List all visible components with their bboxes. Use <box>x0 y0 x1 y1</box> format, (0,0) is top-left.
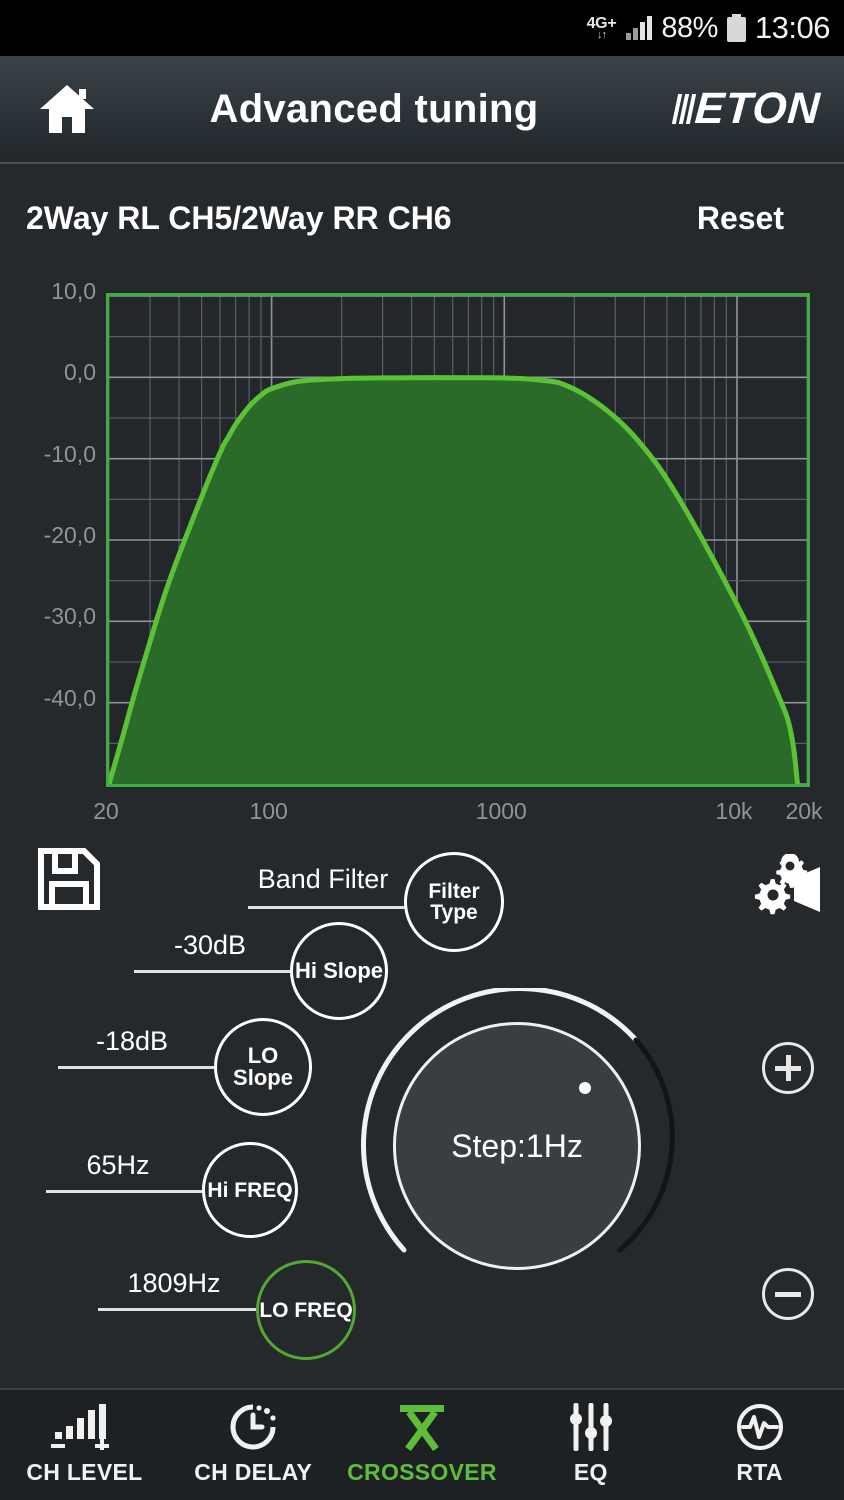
data-transfer-arrows-icon: ↓↑ <box>596 28 607 41</box>
lo-slope-button[interactable]: LO Slope <box>214 1018 312 1116</box>
nav-label-rta: RTA <box>736 1459 783 1485</box>
chart-plot-area[interactable] <box>106 293 810 787</box>
nav-item-rta[interactable]: RTA <box>675 1390 844 1500</box>
nav-item-eq[interactable]: EQ <box>506 1390 675 1500</box>
nav-label-crossover: CROSSOVER <box>347 1459 497 1485</box>
x-tick-label: 20k <box>785 798 823 824</box>
lo-slope-label: LO Slope <box>233 1043 293 1090</box>
y-tick-label: -40,0 <box>43 684 96 711</box>
signal-bars-icon <box>49 1404 119 1450</box>
band-filter-value: Band Filter <box>257 864 389 894</box>
brand-name: ETON <box>692 84 822 133</box>
hi-freq-value: 65Hz <box>86 1150 150 1180</box>
channel-pair-label: 2Way RL CH5/2Way RR CH6 <box>26 199 452 236</box>
brand-logo: ETON <box>671 84 822 134</box>
y-tick-label: 10,0 <box>51 278 96 304</box>
brand-stripes-icon <box>671 94 696 124</box>
band-filter-line <box>248 906 406 909</box>
y-tick-label: -10,0 <box>43 440 96 467</box>
minus-icon <box>775 1291 801 1297</box>
nav-label-eq: EQ <box>573 1459 608 1485</box>
clock-icon <box>229 1404 277 1450</box>
filter-type-label: Filter Type <box>428 880 480 924</box>
y-tick-label: -30,0 <box>43 603 96 630</box>
y-tick-label: -20,0 <box>43 522 96 548</box>
crossover-icon <box>395 1404 449 1451</box>
app-root: 4G+ ↓↑ 88% 13:06 Advanced tuning ETON 2W… <box>0 0 844 1500</box>
increment-button[interactable] <box>762 1042 814 1094</box>
battery-percent-label: 88% <box>661 11 718 44</box>
lo-freq-value: 1809Hz <box>127 1268 221 1298</box>
knob-face[interactable]: Step:1Hz <box>393 1022 641 1270</box>
knob-step-label: Step:1Hz <box>451 1127 583 1164</box>
app-header: Advanced tuning ETON <box>0 56 844 164</box>
lo-freq-button[interactable]: LO FREQ <box>256 1260 356 1360</box>
nav-item-crossover[interactable]: CROSSOVER <box>338 1390 507 1500</box>
battery-icon <box>726 14 746 42</box>
hi-freq-line <box>46 1190 204 1193</box>
step-knob[interactable]: Step:1Hz <box>348 986 688 1284</box>
lo-freq-label: LO FREQ <box>259 1298 353 1322</box>
x-tick-label: 100 <box>249 798 288 824</box>
lo-slope-line <box>58 1066 216 1069</box>
save-icon[interactable] <box>36 846 102 912</box>
hi-slope-line <box>134 970 292 973</box>
nav-item-ch-delay[interactable]: CH DELAY <box>169 1390 338 1500</box>
sliders-icon <box>567 1403 615 1451</box>
speaker-settings-icon[interactable] <box>752 853 824 916</box>
x-tick-label: 20 <box>93 798 119 824</box>
y-tick-label: 0,0 <box>64 359 96 386</box>
nav-label-ch-level: CH LEVEL <box>26 1459 143 1485</box>
hi-freq-label: Hi FREQ <box>207 1178 293 1202</box>
frequency-response-chart: 10,0 0,0 -10,0 -20,0 -30,0 -40,0 20 100 1000 10k… <box>0 270 844 830</box>
hi-slope-label: Hi Slope <box>294 958 383 983</box>
x-tick-label: 1000 <box>475 798 527 824</box>
hi-slope-value: -30dB <box>173 930 247 960</box>
clock-label: 13:06 <box>754 10 831 45</box>
lo-slope-value: -18dB <box>95 1026 169 1056</box>
x-tick-label: 10k <box>715 798 753 824</box>
chart-area-fill <box>109 377 798 784</box>
waveform-circle-icon <box>736 1404 784 1450</box>
nav-item-ch-level[interactable]: CH LEVEL <box>0 1390 169 1500</box>
signal-strength-icon <box>626 16 653 40</box>
reset-button[interactable]: Reset <box>697 200 784 237</box>
chart-svg <box>109 296 807 784</box>
nav-label-ch-delay: CH DELAY <box>194 1459 313 1485</box>
bottom-navigation: CH LEVEL CH DELAY CROSSOVER EQ RTA <box>0 1388 844 1500</box>
controls-panel: Band Filter Filter Type -30dB Hi Slope -… <box>0 830 844 1380</box>
lo-freq-line <box>98 1308 256 1311</box>
status-bar: 4G+ ↓↑ 88% 13:06 <box>0 0 844 56</box>
plus-icon-v <box>785 1055 791 1081</box>
knob-indicator-dot <box>579 1082 591 1094</box>
filter-type-button[interactable]: Filter Type <box>404 852 504 952</box>
hi-freq-button[interactable]: Hi FREQ <box>202 1142 298 1238</box>
chart-header: 2Way RL CH5/2Way RR CH6 Reset <box>0 166 844 270</box>
network-indicator: 4G+ ↓↑ <box>587 15 617 41</box>
decrement-button[interactable] <box>762 1268 814 1320</box>
